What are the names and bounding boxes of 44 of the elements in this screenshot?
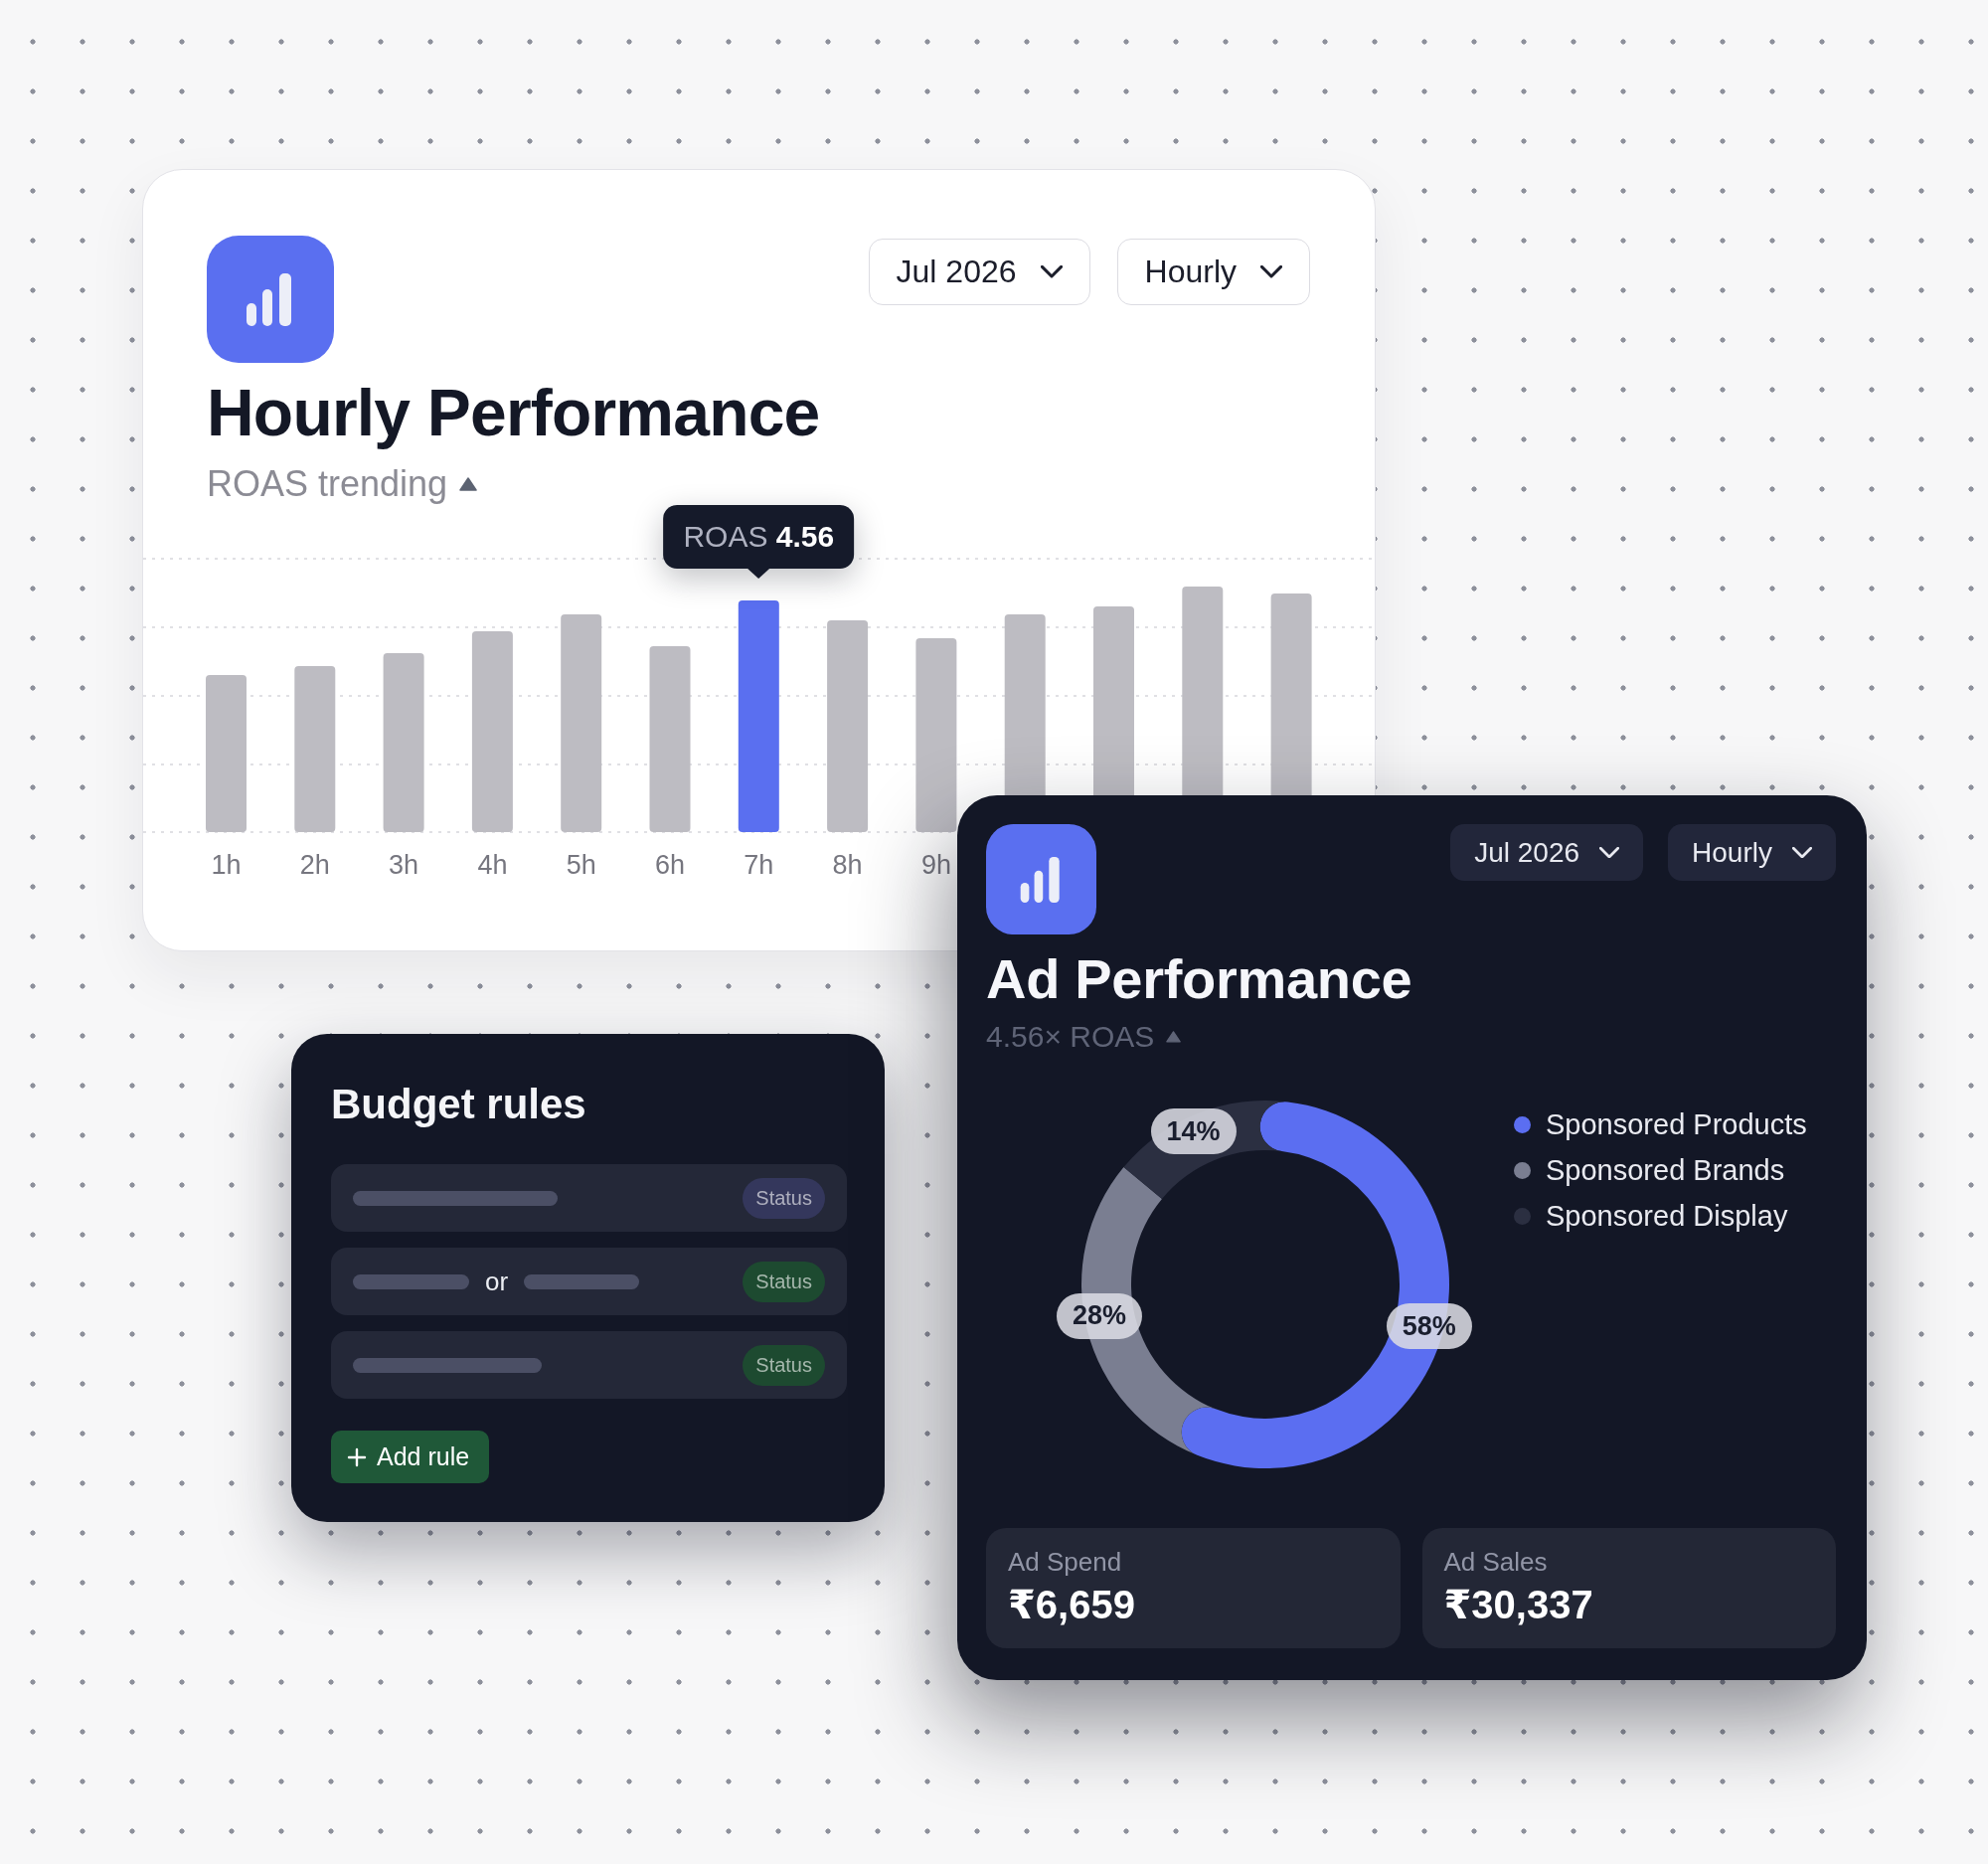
chevron-down-icon [1792, 846, 1812, 859]
legend-label: Sponsored Display [1546, 1199, 1788, 1233]
bar-chart-icon [207, 236, 334, 363]
x-axis-label: 1h [211, 850, 242, 880]
stat-label: Ad Sales [1443, 1546, 1548, 1578]
card-subtitle: 4.56× ROAS [986, 1019, 1155, 1055]
stat-label: Ad Spend [1008, 1546, 1122, 1578]
stat-value: ₹30,337 [1443, 1582, 1593, 1627]
value-label: 14% [1150, 1108, 1237, 1155]
add-rule-button[interactable]: Add rule [331, 1431, 490, 1483]
dropdown[interactable]: Jul 2026 [1450, 824, 1644, 881]
status-badge: Status [743, 1344, 825, 1386]
x-axis-label: 7h [744, 850, 774, 880]
x-axis-label: 8h [832, 850, 863, 880]
plus-icon [347, 1446, 367, 1467]
status-badge: Status [743, 1261, 825, 1302]
x-axis-label: 4h [477, 850, 508, 880]
dropdown[interactable]: Jul 2026 [868, 239, 1090, 305]
x-axis-label: 2h [299, 850, 330, 880]
connector-text: or [485, 1267, 509, 1296]
chevron-down-icon [1040, 265, 1063, 278]
x-axis-label: 3h [389, 850, 419, 880]
value-label: 58% [1386, 1303, 1472, 1350]
stat-value: ₹6,659 [1008, 1582, 1135, 1627]
dropdown[interactable]: Hourly [1116, 239, 1310, 305]
x-axis-label: 9h [920, 850, 951, 880]
dropdown[interactable]: Hourly [1668, 824, 1836, 881]
status-badge: Status [743, 1177, 825, 1219]
value-label: 28% [1057, 1292, 1142, 1339]
bar-chart-icon [986, 824, 1096, 934]
card-title: Ad Performance [986, 946, 1412, 1012]
card-title: Budget rules [331, 1080, 586, 1129]
pointer-triangle-icon [747, 569, 770, 579]
chevron-down-icon [1260, 265, 1282, 278]
up-triangle-icon [459, 477, 478, 491]
card-subtitle: ROAS trending [207, 462, 448, 506]
legend-label: Sponsored Brands [1546, 1153, 1785, 1187]
chart-tooltip: ROAS 4.56 [663, 505, 855, 569]
legend-label: Sponsored Products [1546, 1107, 1807, 1141]
x-axis-label: 6h [655, 850, 685, 880]
x-axis-label: 5h [566, 850, 596, 880]
chevron-down-icon [1599, 846, 1620, 859]
up-triangle-icon [1166, 1031, 1182, 1043]
card-title: Hourly Performance [207, 375, 820, 451]
